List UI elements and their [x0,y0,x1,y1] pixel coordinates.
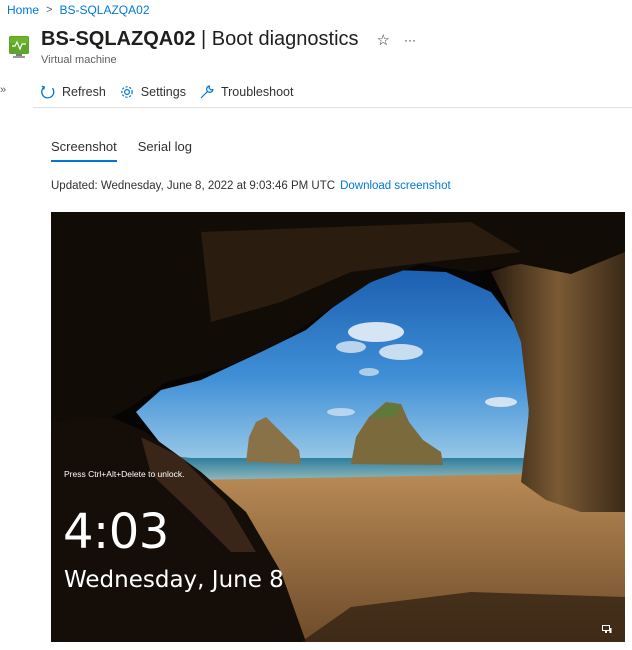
tab-serial-log[interactable]: Serial log [138,139,192,162]
breadcrumb: Home > BS-SQLAZQA02 [7,3,150,17]
refresh-button[interactable]: Refresh [40,82,106,102]
boot-screenshot: Press Ctrl+Alt+Delete to unlock. 4:03 We… [51,212,625,642]
troubleshoot-label: Troubleshoot [220,85,294,99]
updated-timestamp: Updated: Wednesday, June 8, 2022 at 9:03… [51,180,336,192]
troubleshoot-button[interactable]: Troubleshoot [199,82,294,102]
tab-bar: Screenshot Serial log [51,139,192,162]
page-title-vm-name: BS-SQLAZQA02 [41,28,196,50]
settings-button[interactable]: Settings [119,82,186,102]
breadcrumb-home[interactable]: Home [7,3,39,17]
refresh-label: Refresh [62,85,106,99]
page-subtitle: Virtual machine [41,54,117,66]
download-screenshot-link[interactable]: Download screenshot [340,180,451,192]
expand-sidebar-icon[interactable]: » [0,84,6,96]
updated-status: Updated: Wednesday, June 8, 2022 at 9:03… [51,180,451,192]
favorite-star-icon[interactable]: ☆ [377,31,390,49]
refresh-icon [41,85,55,99]
lock-screen-time: 4:03 [63,504,169,560]
breadcrumb-separator-icon: > [46,4,53,16]
command-bar: Refresh Settings Troubleshoot [40,82,293,102]
page-title-section: Boot diagnostics [211,28,359,50]
page-title-separator: | [195,28,212,50]
virtual-machine-icon [9,36,29,58]
more-options-icon[interactable]: ··· [404,33,416,47]
network-icon [602,625,612,633]
unlock-hint: Press Ctrl+Alt+Delete to unlock. [64,469,185,479]
breadcrumb-vm[interactable]: BS-SQLAZQA02 [59,3,149,17]
toolbar-divider [33,107,632,108]
tab-screenshot[interactable]: Screenshot [51,139,117,162]
lock-screen-date: Wednesday, June 8 [64,567,284,593]
page-title: BS-SQLAZQA02 | Boot diagnostics [41,28,359,51]
gear-icon [120,86,133,98]
settings-label: Settings [140,85,186,99]
page-header: BS-SQLAZQA02 | Boot diagnostics ☆ ··· [41,28,416,51]
wrench-icon [200,85,214,99]
